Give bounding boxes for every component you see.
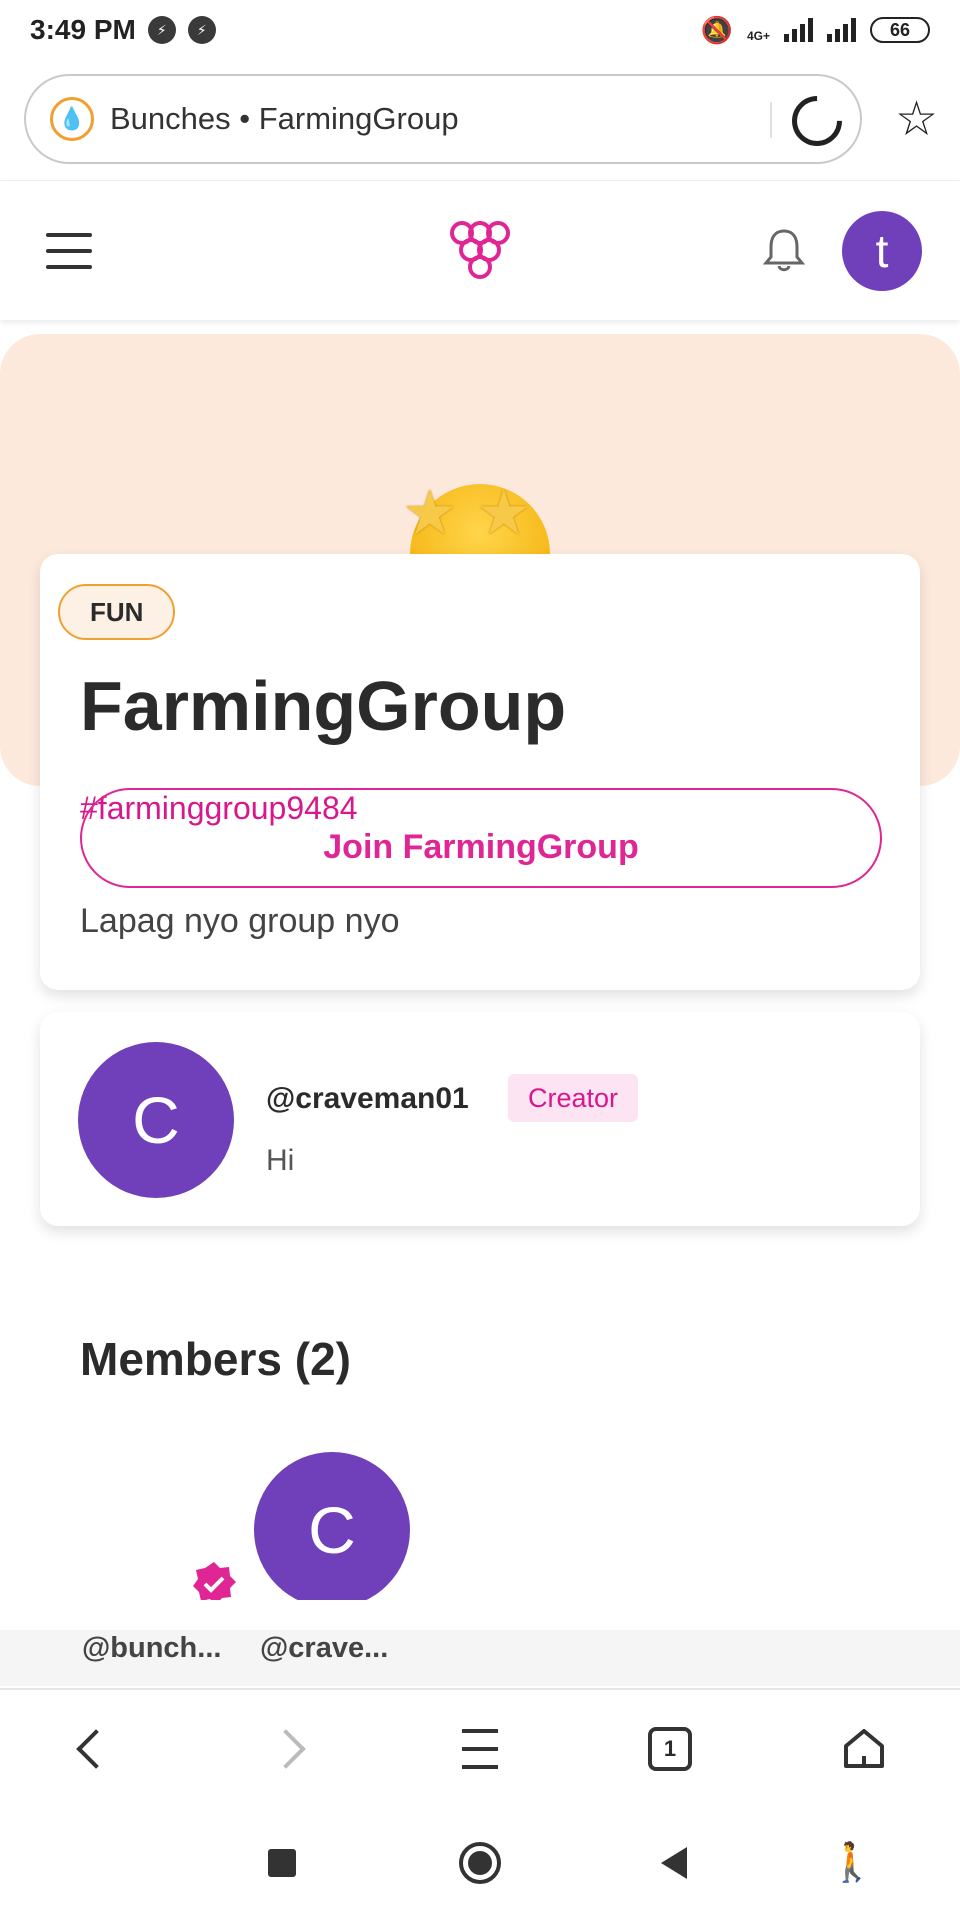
signal-icon [827, 18, 856, 42]
group-description: Lapag nyo group nyo [80, 902, 400, 940]
members-card-edge [0, 1600, 960, 1632]
address-bar[interactable]: 💧 Bunches • FarmingGroup [24, 74, 862, 164]
network-label: 4G+ [746, 28, 770, 43]
android-nav-bar: 🚶 [0, 1806, 960, 1920]
status-bar: 3:49 PM ⚡ ⚡ 🔕 4G+ 66 [0, 0, 960, 60]
menu-lines-icon [462, 1729, 498, 1769]
bell-icon[interactable] [762, 227, 806, 273]
accessibility-button[interactable]: 🚶 [792, 1806, 912, 1920]
battery-icon: 66 [870, 17, 930, 43]
bookmark-star-icon[interactable]: ☆ [895, 96, 938, 144]
messenger-icon: ⚡ [187, 16, 216, 44]
address-divider [770, 102, 772, 138]
status-left: 3:49 PM ⚡ ⚡ [30, 14, 216, 46]
mute-bell-icon: 🔕 [700, 14, 733, 45]
circle-icon [459, 1842, 501, 1884]
creator-handle[interactable]: @craveman01 [266, 1082, 469, 1116]
join-group-button[interactable]: Join FarmingGroup [80, 788, 882, 888]
members-title: Members (2) [80, 1333, 351, 1385]
chevron-right-icon [266, 1729, 306, 1769]
member-handle[interactable]: @crave... [260, 1632, 388, 1665]
droplet-icon: 💧 [50, 97, 94, 141]
android-back-button[interactable] [614, 1806, 734, 1920]
recents-button[interactable] [222, 1806, 342, 1920]
back-button[interactable] [36, 1690, 156, 1808]
messenger-icon: ⚡ [147, 16, 176, 44]
star-struck-emoji-icon: ★ ★ [400, 484, 560, 564]
user-avatar[interactable]: t [842, 211, 922, 291]
creator-message: Hi [266, 1144, 295, 1177]
member-handle[interactable]: @bunch... [82, 1632, 221, 1665]
chevron-left-icon [76, 1729, 116, 1769]
home-icon [844, 1729, 884, 1768]
browser-address-row: 💧 Bunches • FarmingGroup ☆ [0, 70, 960, 170]
reload-icon[interactable] [781, 85, 853, 157]
category-badge: FUN [58, 584, 176, 640]
status-right: 🔕 4G+ 66 [701, 15, 930, 46]
status-time: 3:49 PM [30, 14, 136, 45]
home-button[interactable] [804, 1690, 924, 1808]
browser-bottom-nav: 1 [0, 1688, 960, 1806]
creator-badge: Creator [508, 1074, 639, 1122]
app-header: t [0, 180, 960, 320]
group-card: FUN FarmingGroup #farminggroup9484 Join … [40, 554, 920, 990]
group-title: FarmingGroup [80, 667, 567, 745]
grape-bunch-icon[interactable] [448, 219, 512, 279]
signal-icon [784, 18, 813, 42]
tabs-count: 1 [648, 1727, 692, 1771]
creator-avatar[interactable]: C [78, 1042, 234, 1198]
square-icon [268, 1849, 296, 1877]
browser-menu-button[interactable] [420, 1690, 540, 1808]
address-text: Bunches • FarmingGroup [110, 101, 459, 136]
triangle-back-icon [661, 1847, 687, 1879]
tabs-button[interactable]: 1 [610, 1690, 730, 1808]
member-avatar[interactable]: C [254, 1452, 410, 1608]
accessibility-icon: 🚶 [828, 1842, 876, 1884]
creator-card[interactable]: C @craveman01 Creator Hi [40, 1012, 920, 1226]
forward-button[interactable] [226, 1690, 346, 1808]
android-home-button[interactable] [420, 1806, 540, 1920]
menu-icon[interactable] [46, 233, 92, 269]
